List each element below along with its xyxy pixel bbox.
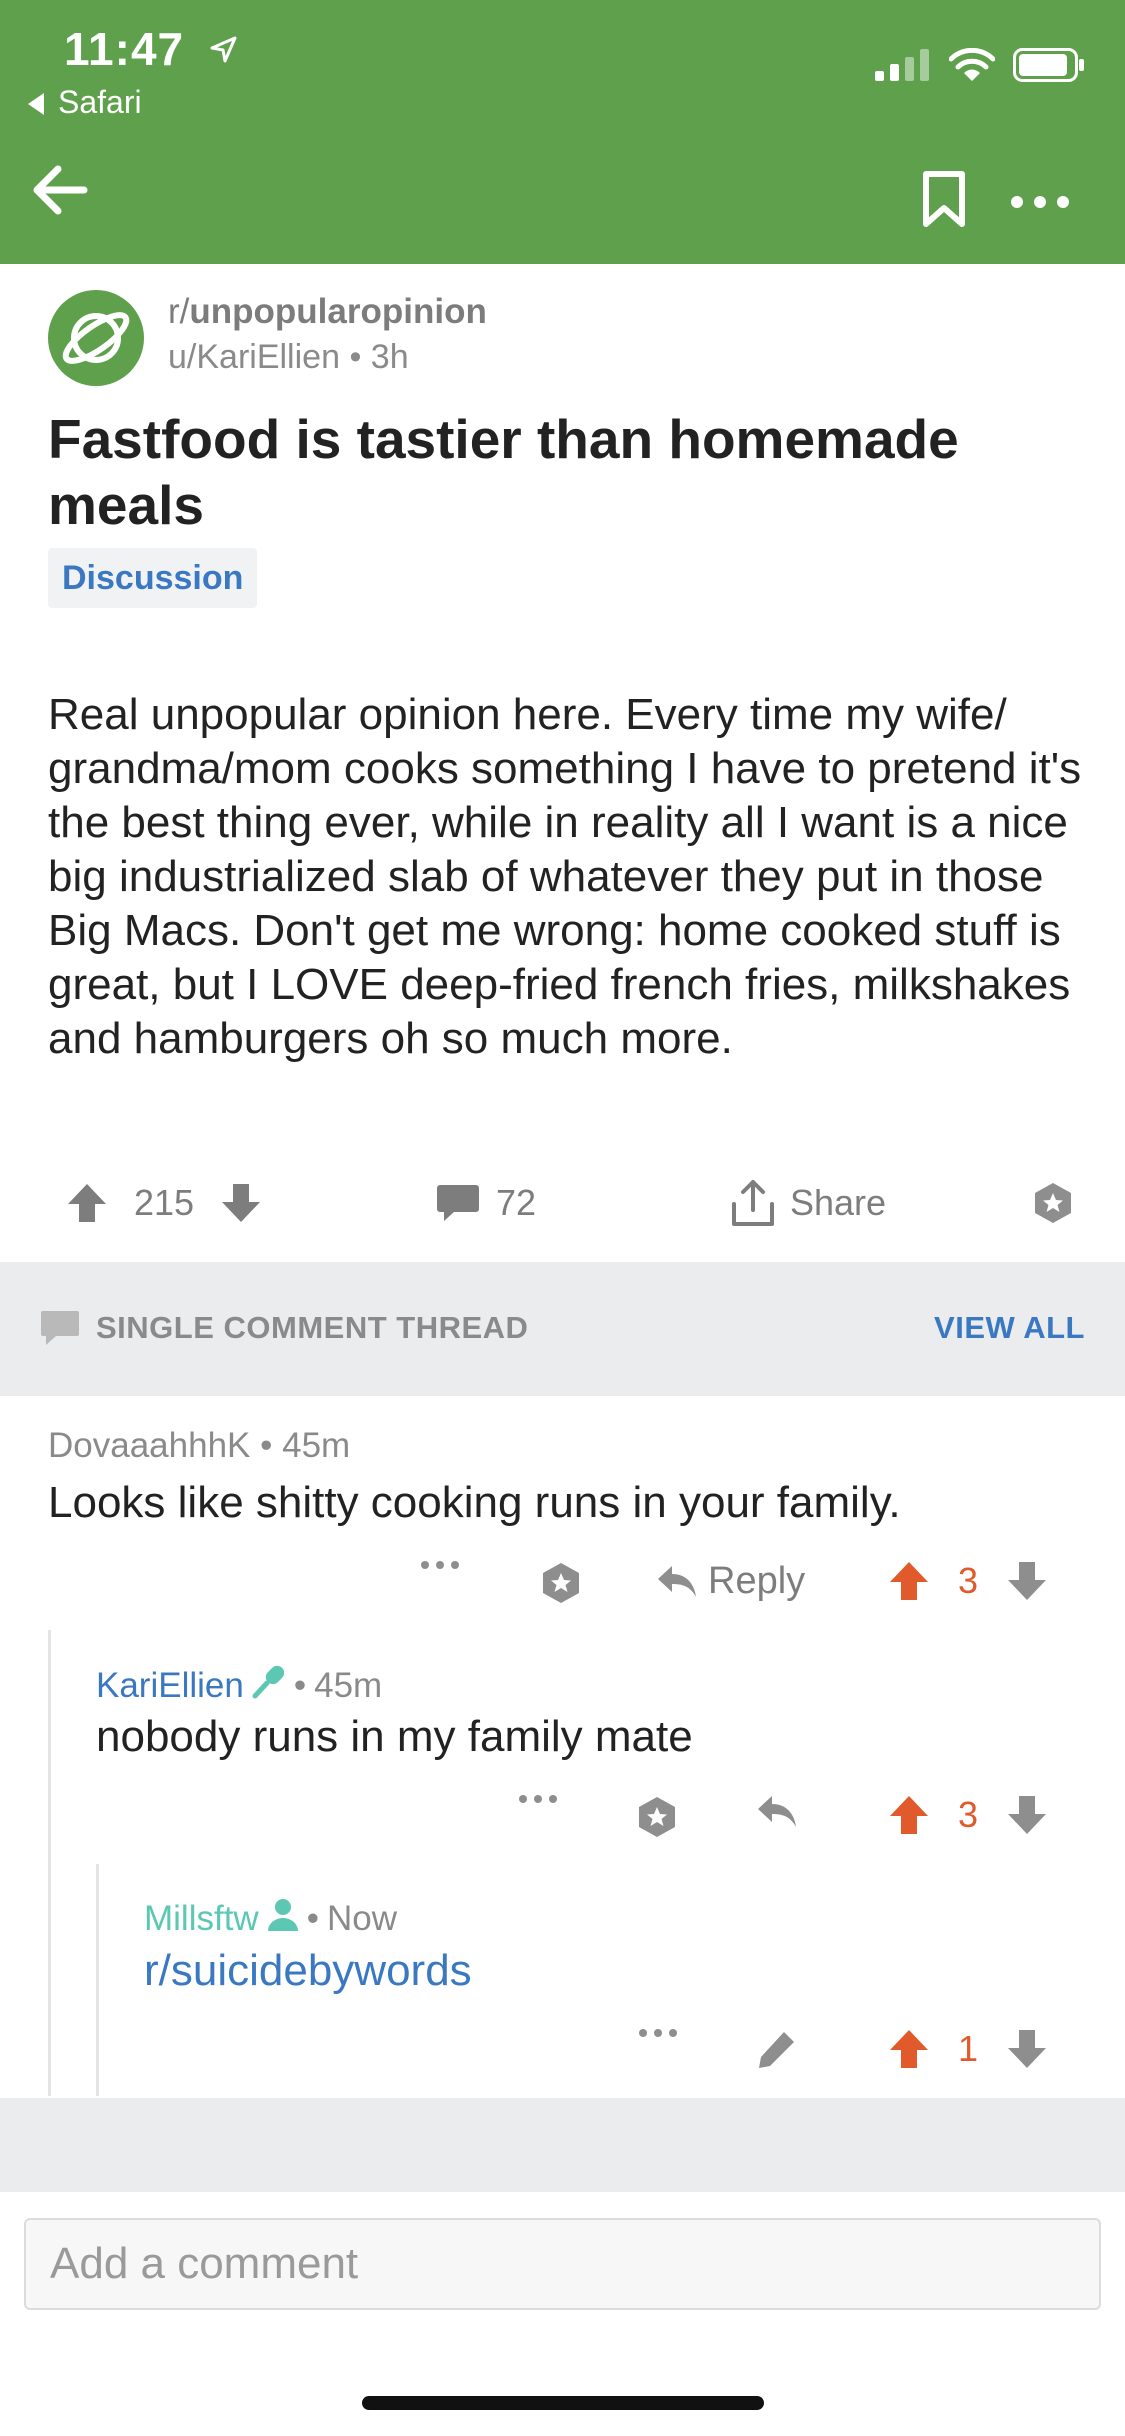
downvote-arrow-icon	[1008, 2030, 1046, 2068]
back-arrow-icon[interactable]	[30, 160, 90, 220]
comment-2-meta: KariEllien • 45m	[96, 1662, 382, 1709]
top-bar: 11:47 Safari	[0, 0, 1125, 264]
reply-arrow-icon	[658, 1565, 696, 1597]
comment-2-age: 45m	[314, 1665, 383, 1705]
comment-3-link[interactable]: r/suicidebywords	[144, 1946, 472, 1996]
post-downvote-button[interactable]	[220, 1168, 262, 1238]
comment-2-upvote-button[interactable]	[888, 1794, 930, 1836]
comment-3-downvote-button[interactable]	[1006, 2028, 1048, 2070]
subreddit-prefix: r/	[168, 292, 190, 331]
status-time: 11:47	[64, 22, 238, 76]
single-thread-header: SINGLE COMMENT THREAD VIEW ALL	[0, 1262, 1125, 1396]
downvote-arrow-icon	[1008, 1796, 1046, 1834]
comment-bubble-icon	[437, 1185, 479, 1221]
upvote-arrow-icon	[890, 1562, 928, 1600]
comment-1-author[interactable]: DovaaahhhK	[48, 1426, 250, 1465]
post-meta: u/KariEllien • 3h	[168, 338, 409, 377]
status-icons	[875, 47, 1085, 87]
post-comments-button[interactable]: 72	[436, 1168, 536, 1238]
comment-2-more-icon[interactable]	[518, 1794, 558, 1804]
bookmark-icon[interactable]	[920, 170, 968, 228]
planet-icon	[62, 312, 130, 364]
meta-separator: •	[306, 1898, 319, 1938]
upvote-arrow-icon	[890, 1796, 928, 1834]
thread-title: SINGLE COMMENT THREAD	[96, 1310, 529, 1345]
comment-3-score: 1	[958, 2028, 979, 2069]
subreddit-name[interactable]: r/unpopularopinion	[168, 292, 487, 332]
downvote-arrow-icon	[222, 1184, 260, 1222]
upvote-arrow-icon	[890, 2030, 928, 2068]
comment-2-award-icon[interactable]	[634, 1794, 680, 1840]
back-triangle-icon	[28, 93, 44, 115]
back-to-app-link[interactable]: Safari	[28, 84, 142, 121]
comment-3-upvote-button[interactable]	[888, 2028, 930, 2070]
award-icon	[1035, 1183, 1071, 1223]
post-award-button[interactable]	[1030, 1168, 1076, 1238]
downvote-arrow-icon	[1008, 1562, 1046, 1600]
comment-2-text: nobody runs in my family mate	[96, 1712, 693, 1761]
post-title: Fastfood is tastier than homemade meals	[48, 408, 959, 536]
post-score: 215	[134, 1182, 195, 1223]
mic-op-icon	[250, 1662, 288, 1709]
comment-1-text: Looks like shitty cooking runs in your f…	[48, 1478, 901, 1527]
comment-3-more-icon[interactable]	[638, 2028, 678, 2038]
comment-1-award-icon[interactable]	[538, 1560, 584, 1606]
comment-1-reply-button[interactable]: Reply	[656, 1560, 805, 1603]
wifi-icon	[948, 47, 996, 87]
share-icon	[732, 1180, 774, 1226]
thread-line-level-2	[96, 1864, 99, 2096]
comment-2-score: 3	[958, 1794, 979, 1835]
signal-icon	[875, 49, 931, 86]
comment-1-downvote-button[interactable]	[1006, 1560, 1048, 1602]
subreddit-label: unpopularopinion	[189, 292, 487, 331]
comment-2-author[interactable]: KariEllien	[96, 1666, 244, 1706]
post-body: Real unpopular opinion here. Every time …	[48, 690, 1082, 1063]
post-share-button[interactable]: Share	[728, 1168, 886, 1238]
user-person-icon	[265, 1896, 301, 1941]
subreddit-avatar[interactable]	[48, 290, 144, 386]
post-action-row: 215 72 Share	[0, 1168, 1125, 1238]
comment-1-upvote-button[interactable]	[888, 1560, 930, 1602]
post-upvote-button[interactable]	[66, 1168, 108, 1238]
comment-count: 72	[496, 1182, 537, 1223]
meta-separator: •	[260, 1426, 273, 1465]
meta-separator: •	[349, 338, 362, 376]
comment-1-more-icon[interactable]	[420, 1560, 460, 1570]
comment-1-reply-label: Reply	[708, 1560, 806, 1602]
comment-1-age: 45m	[282, 1426, 351, 1465]
thread-line-level-1	[48, 1630, 51, 2096]
comment-thread-icon	[40, 1310, 80, 1353]
comment-3-author[interactable]: Millsftw	[144, 1899, 259, 1939]
back-app-label: Safari	[58, 84, 142, 120]
post-flair[interactable]: Discussion	[48, 548, 258, 608]
view-all-button[interactable]: VIEW ALL	[934, 1310, 1085, 1346]
location-arrow-icon	[208, 22, 238, 76]
bottom-divider	[0, 2098, 1125, 2192]
comment-2-reply-icon[interactable]	[756, 1794, 798, 1830]
comment-3-age: Now	[326, 1898, 398, 1938]
more-options-icon[interactable]	[1010, 186, 1070, 209]
comment-input-box[interactable]	[24, 2218, 1101, 2310]
upvote-arrow-icon	[68, 1184, 106, 1222]
comment-1-meta: DovaaahhhK • 45m	[48, 1426, 350, 1466]
comment-input[interactable]	[26, 2220, 1099, 2308]
post-age: 3h	[370, 338, 409, 376]
status-time-text: 11:47	[64, 23, 185, 75]
comment-3-edit-icon[interactable]	[756, 2028, 798, 2070]
meta-separator: •	[293, 1665, 307, 1705]
post-author[interactable]: u/KariEllien	[168, 338, 340, 376]
home-indicator[interactable]	[362, 2396, 764, 2410]
share-label: Share	[790, 1182, 887, 1223]
battery-icon	[1013, 48, 1085, 87]
comment-1-score: 3	[958, 1560, 979, 1601]
comment-2-downvote-button[interactable]	[1006, 1794, 1048, 1836]
comment-3-meta: Millsftw • Now	[144, 1896, 397, 1941]
